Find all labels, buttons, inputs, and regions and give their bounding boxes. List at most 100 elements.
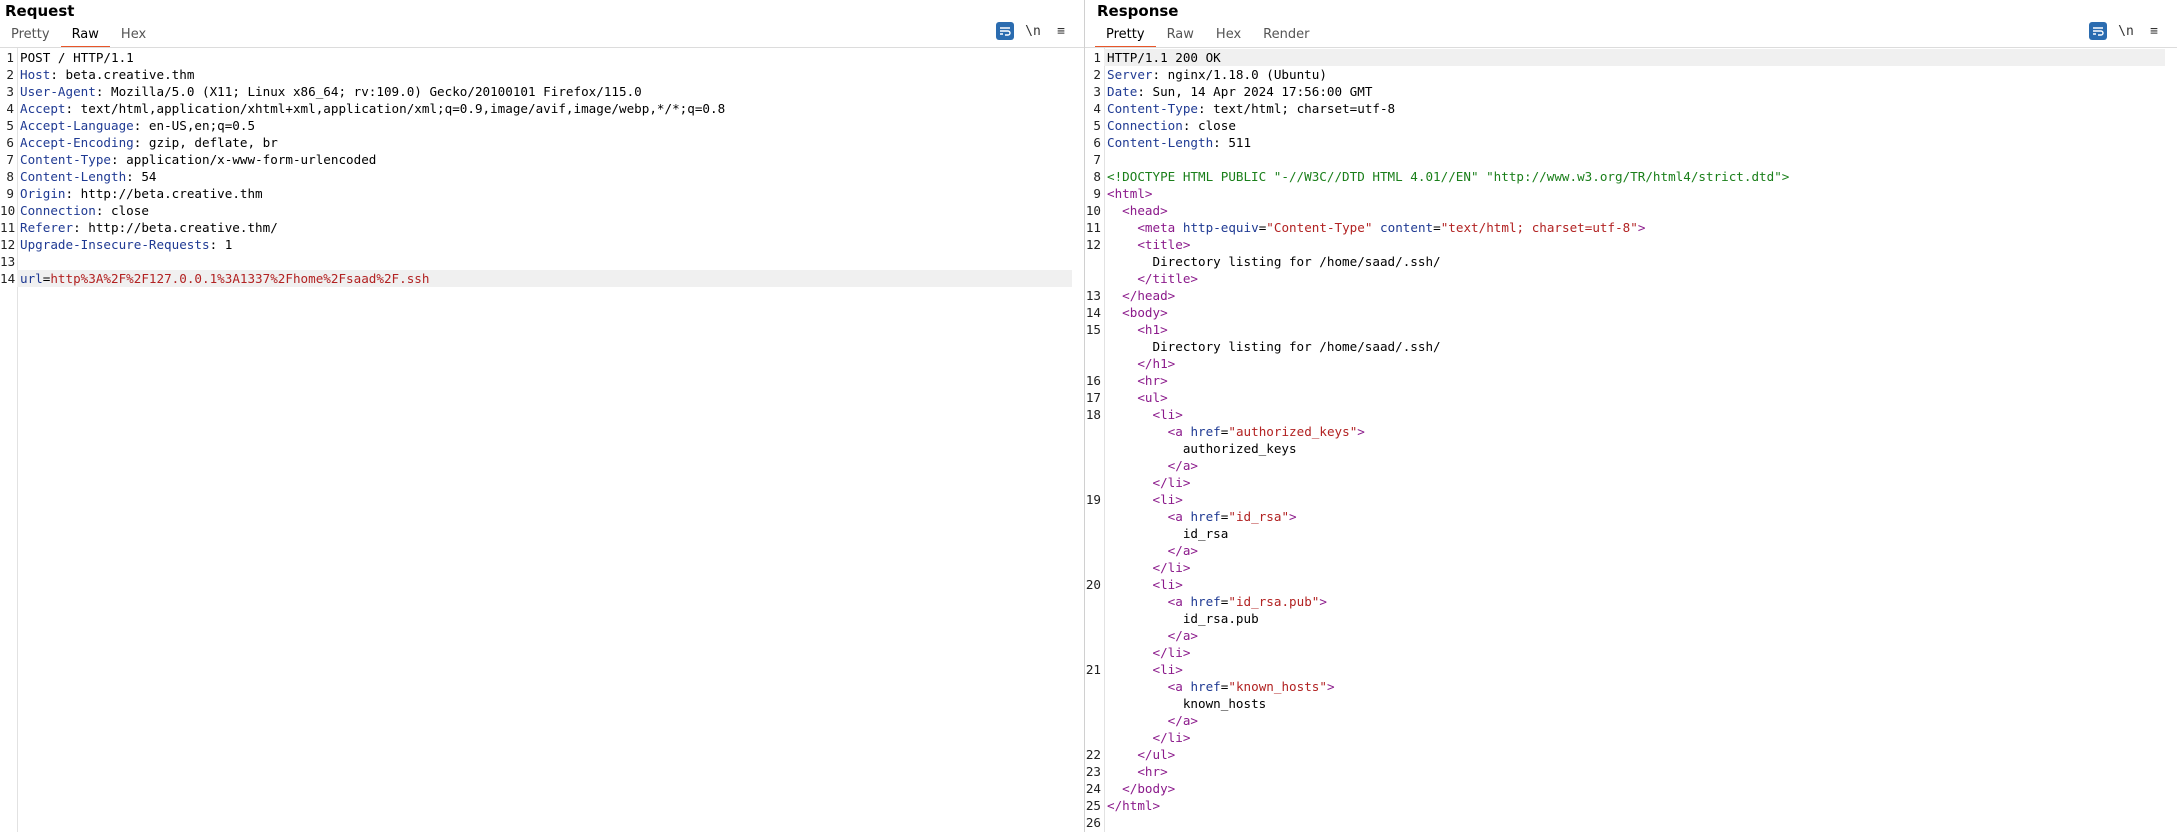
line-number — [1085, 729, 1104, 746]
response-line: id_rsa — [1085, 525, 2165, 542]
html-tag: <a — [1167, 594, 1183, 609]
request-line: 2 Host: beta.creative.thm — [0, 66, 1072, 83]
line-number — [1085, 525, 1104, 542]
newline-toggle-icon[interactable]: \n — [2117, 22, 2135, 40]
response-line: 5 Connection: close — [1085, 117, 2165, 134]
html-tag: <meta — [1137, 220, 1176, 235]
header-name: Connection — [20, 203, 96, 218]
response-tab-raw[interactable]: Raw — [1156, 26, 1205, 46]
plain-text: Directory listing for /home/saad/.ssh/ — [1152, 339, 1441, 354]
line-number: 23 — [1085, 764, 1101, 779]
line-text: <a href="authorized_keys"> — [1167, 424, 1365, 439]
line-text: <hr> — [1104, 763, 2165, 780]
response-line: </a> — [1085, 627, 2165, 644]
request-editor[interactable]: 1 POST / HTTP/1.1 2 Host: beta.creative.thm… — [0, 49, 1072, 287]
response-line: authorized_keys — [1085, 440, 2165, 457]
header-name: Content-Type — [1107, 101, 1198, 116]
response-line: 18 <li> — [1085, 406, 2165, 423]
line-number: 1 — [6, 50, 14, 65]
html-tag: <hr> — [1137, 373, 1168, 388]
response-line: 6 Content-Length: 511 — [1085, 134, 2165, 151]
line-text: Connection: close — [20, 203, 149, 218]
line-number: 18 — [1085, 407, 1101, 422]
response-line: 16 <hr> — [1085, 372, 2165, 389]
response-line: 21 <li> — [1085, 661, 2165, 678]
header-name: User-Agent — [20, 84, 96, 99]
line-text — [1104, 151, 2165, 168]
plain-text: id_rsa — [1182, 526, 1229, 541]
line-text — [1104, 814, 2165, 831]
request-toolbar: \n ≡ — [996, 22, 1070, 40]
html-tag: <li> — [1152, 577, 1183, 592]
response-line: known_hosts — [1085, 695, 2165, 712]
response-editor[interactable]: 1 HTTP/1.1 200 OK 2 Server: nginx/1.18.0 (U… — [1085, 49, 2165, 831]
response-line: 14 <body> — [1085, 304, 2165, 321]
word-wrap-icon[interactable] — [2089, 22, 2107, 40]
header-value: Sun, 14 Apr 2024 17:56:00 GMT — [1152, 84, 1373, 99]
line-text: <head> — [1104, 202, 2165, 219]
word-wrap-icon[interactable] — [996, 22, 1014, 40]
line-number: 22 — [1085, 747, 1101, 762]
request-tab-pretty[interactable]: Pretty — [0, 26, 61, 46]
line-number: 21 — [1085, 662, 1101, 677]
header-value: application/x-www-form-urlencoded — [126, 152, 377, 167]
response-line: id_rsa.pub — [1085, 610, 2165, 627]
line-number — [1085, 559, 1104, 576]
response-tab-pretty[interactable]: Pretty — [1095, 26, 1156, 48]
request-line: 7 Content-Type: application/x-www-form-ur… — [0, 151, 1072, 168]
line-text: </h1> — [1104, 355, 2165, 372]
request-line: 9 Origin: http://beta.creative.thm — [0, 185, 1072, 202]
response-line: 10 <head> — [1085, 202, 2165, 219]
line-text: </title> — [1104, 270, 2165, 287]
response-tab-hex[interactable]: Hex — [1205, 26, 1252, 46]
request-title: Request — [5, 2, 75, 20]
line-number: 10 — [1085, 203, 1101, 218]
header-value: 1 — [224, 237, 233, 252]
response-line: 13 </head> — [1085, 287, 2165, 304]
response-line: 20 <li> — [1085, 576, 2165, 593]
request-tab-raw[interactable]: Raw — [60, 26, 110, 48]
line-number: 4 — [6, 101, 14, 116]
request-tabs: Pretty Raw Hex — [0, 26, 157, 48]
line-number — [1085, 610, 1104, 627]
menu-icon[interactable]: ≡ — [2145, 22, 2163, 40]
line-number: 12 — [0, 237, 16, 252]
menu-icon[interactable]: ≡ — [1052, 22, 1070, 40]
html-tag: </a> — [1167, 543, 1199, 558]
line-number — [1085, 423, 1104, 440]
header-name: Origin — [20, 186, 66, 201]
html-tag: > — [1289, 509, 1297, 524]
response-line: 11 <meta http-equiv="Content-Type" conte… — [1085, 219, 2165, 236]
line-text: url=http%3A%2F%2F127.0.0.1%3A1337%2Fhome… — [17, 270, 1072, 287]
response-line: 17 <ul> — [1085, 389, 2165, 406]
html-tag: </h1> — [1137, 356, 1176, 371]
line-text: <html> — [1104, 185, 2165, 202]
plain-text: HTTP/1.1 200 OK — [1107, 50, 1221, 65]
line-text — [17, 253, 1072, 270]
line-text: </a> — [1104, 457, 2165, 474]
request-tab-hex[interactable]: Hex — [110, 26, 157, 46]
line-number — [1085, 644, 1104, 661]
response-tab-render[interactable]: Render — [1252, 26, 1320, 46]
header-value: close — [1198, 118, 1236, 133]
line-text: Content-Type: application/x-www-form-url… — [20, 152, 377, 167]
header-name: Content-Length — [1107, 135, 1214, 150]
line-number — [1085, 678, 1104, 695]
attr-value: "known_hosts" — [1228, 679, 1327, 694]
line-text: </li> — [1104, 474, 2165, 491]
line-number — [1085, 338, 1104, 355]
response-panel: Response Pretty Raw Hex Render \n ≡ 1 HTT… — [1085, 0, 2177, 832]
attr-name: content — [1380, 220, 1434, 235]
line-text: Directory listing for /home/saad/.ssh/ — [1104, 338, 2165, 355]
header-value: nginx/1.18.0 (Ubuntu) — [1167, 67, 1327, 82]
newline-toggle-icon[interactable]: \n — [1024, 22, 1042, 40]
plain-text: id_rsa.pub — [1182, 611, 1259, 626]
html-tag: </ul> — [1137, 747, 1176, 762]
html-tag: <li> — [1152, 492, 1183, 507]
line-text: <ul> — [1104, 389, 2165, 406]
response-line: 4 Content-Type: text/html; charset=utf-8 — [1085, 100, 2165, 117]
response-line: 22 </ul> — [1085, 746, 2165, 763]
line-number: 19 — [1085, 492, 1101, 507]
header-name: Content-Length — [20, 169, 127, 184]
header-value: 54 — [141, 169, 157, 184]
